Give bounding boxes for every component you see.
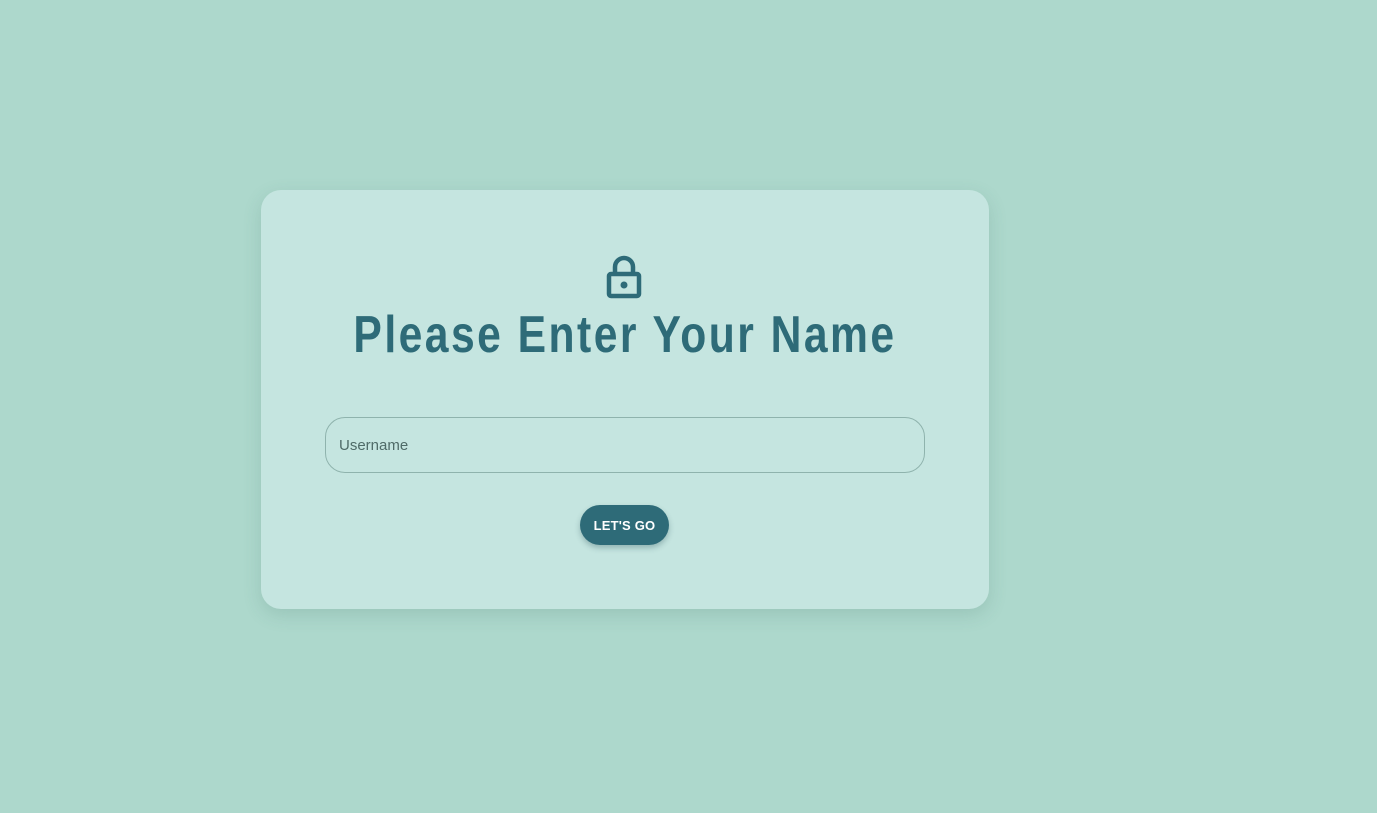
lets-go-button[interactable]: LET'S GO [580, 505, 669, 545]
username-input[interactable] [325, 417, 925, 473]
lock-icon [606, 255, 642, 299]
page-title: Please Enter Your Name [353, 306, 897, 364]
login-card: Please Enter Your Name LET'S GO [261, 190, 989, 609]
